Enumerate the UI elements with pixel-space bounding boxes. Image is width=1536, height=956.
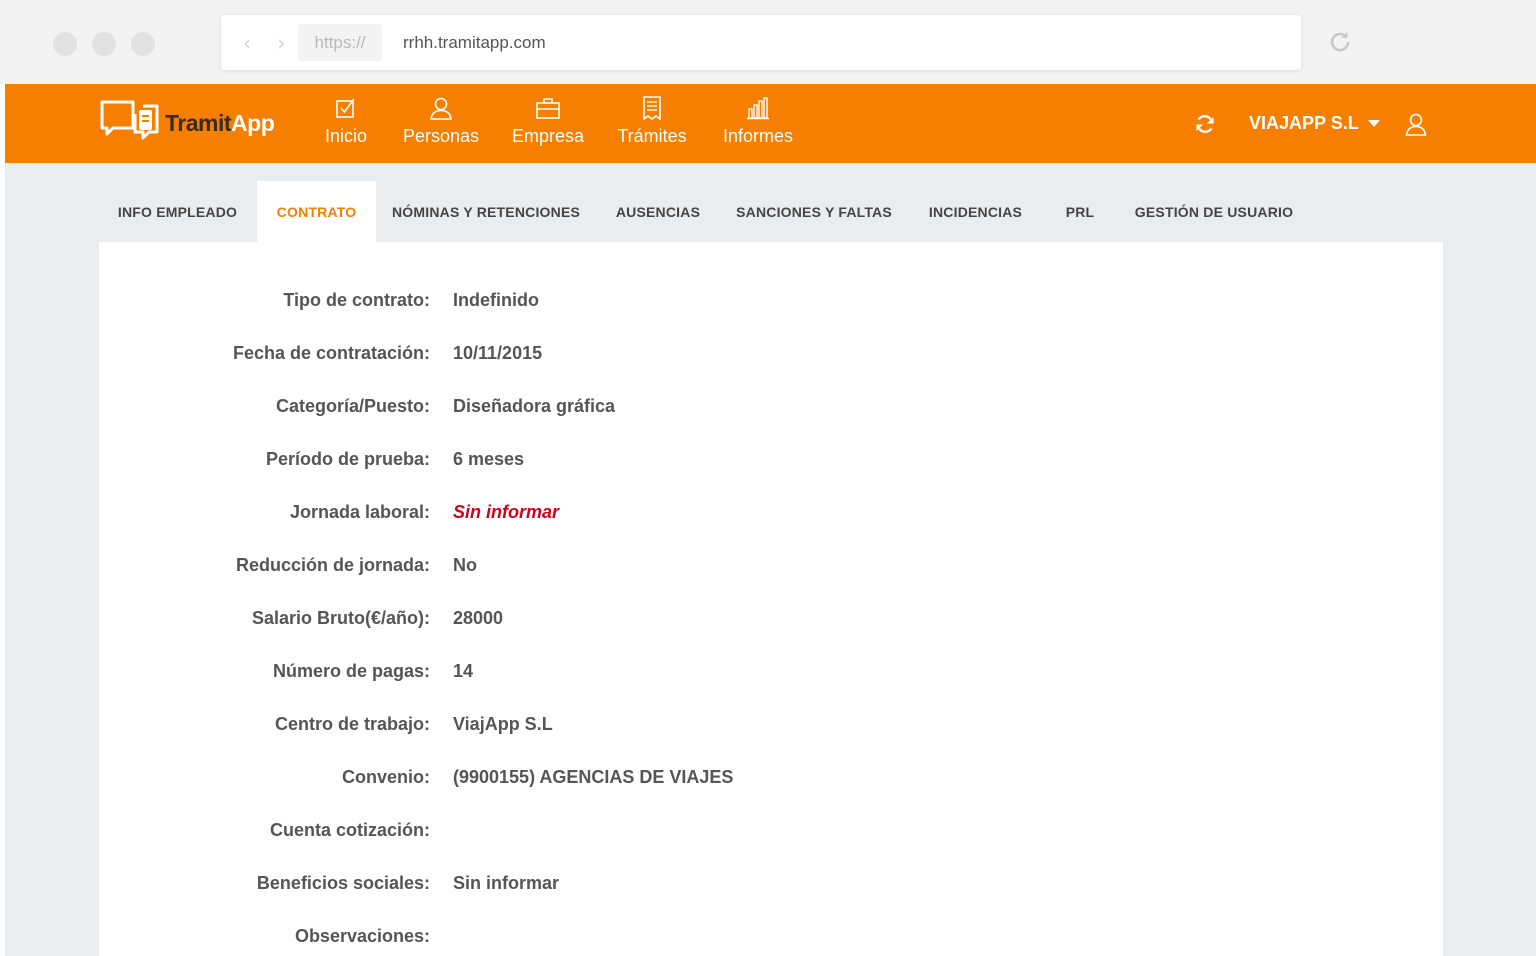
tab-gestion-usuario[interactable]: GESTIÓN DE USUARIO <box>1129 181 1299 242</box>
browser-chrome: ‹ › https:// rrhh.tramitapp.com <box>0 0 1536 84</box>
window-minimize-dot[interactable] <box>92 32 116 56</box>
field-label: Período de prueba: <box>265 449 430 469</box>
field-row: Reducción de jornada: No <box>99 555 1099 585</box>
company-selector[interactable]: VIAJAPP S.L <box>1249 84 1380 163</box>
window-close-dot[interactable] <box>53 32 77 56</box>
field-value: 28000 <box>453 608 504 628</box>
tab-contrato[interactable]: CONTRATO <box>257 181 376 242</box>
checkbox-icon <box>336 98 355 118</box>
field-value: ViajApp S.L <box>453 714 553 734</box>
nav-tramites[interactable]: Trámites <box>614 96 690 147</box>
user-menu-button[interactable] <box>1405 84 1427 163</box>
field-value: Sin informar <box>453 873 560 893</box>
field-label: Cuenta cotización: <box>269 820 430 840</box>
field-label: Número de pagas: <box>272 661 430 681</box>
tab-prl[interactable]: PRL <box>1055 181 1105 242</box>
document-icon <box>643 96 661 120</box>
field-value: No <box>453 555 477 575</box>
tab-sanciones-faltas[interactable]: SANCIONES Y FALTAS <box>729 181 899 242</box>
field-label: Observaciones: <box>294 926 430 946</box>
nav-inicio-label: Inicio <box>324 126 368 146</box>
field-label: Fecha de contratación: <box>232 343 430 363</box>
field-row: Categoría/Puesto: Diseñadora gráfica <box>99 396 1099 426</box>
field-row: Jornada laboral: Sin informar <box>99 502 1099 532</box>
url-text[interactable]: rrhh.tramitapp.com <box>403 15 546 70</box>
app-header: TramitApp Inicio Personas Empresa Trámit… <box>5 84 1536 163</box>
field-label: Centro de trabajo: <box>274 714 430 734</box>
employee-tabs: INFO EMPLEADO CONTRATO NÓMINAS Y RETENCI… <box>99 181 1443 242</box>
field-row: Beneficios sociales: Sin informar <box>99 873 1099 903</box>
field-label: Beneficios sociales: <box>256 873 430 893</box>
field-row: Período de prueba: 6 meses <box>99 449 1099 479</box>
field-value: 6 meses <box>453 449 525 469</box>
tab-ausencias[interactable]: AUSENCIAS <box>604 181 712 242</box>
chat-bubbles-icon <box>100 100 159 140</box>
back-forward-icon[interactable]: ‹ › <box>243 31 295 55</box>
field-value: Diseñadora gráfica <box>453 396 616 416</box>
address-bar[interactable]: ‹ › https:// rrhh.tramitapp.com <box>221 15 1301 70</box>
field-row: Tipo de contrato: Indefinido <box>99 290 1099 320</box>
briefcase-icon <box>536 98 560 119</box>
company-name: VIAJAPP S.L <box>1249 113 1359 133</box>
field-row: Centro de trabajo: ViajApp S.L <box>99 714 1099 744</box>
nav-empresa-label: Empresa <box>511 126 585 146</box>
field-value-warning[interactable]: Sin informar <box>453 502 559 523</box>
field-value: (9900155) AGENCIAS DE VIAJES <box>453 767 734 787</box>
logo-text-tramit: Tramit <box>165 109 232 136</box>
field-label: Convenio: <box>342 767 430 787</box>
field-row: Fecha de contratación: 10/11/2015 <box>99 343 1099 373</box>
tab-incidencias[interactable]: INCIDENCIAS <box>921 181 1030 242</box>
nav-tramites-label: Trámites <box>617 126 687 146</box>
nav-personas[interactable]: Personas <box>399 96 483 147</box>
field-label: Reducción de jornada: <box>235 555 430 575</box>
nav-personas-label: Personas <box>402 126 480 146</box>
field-value: 14 <box>453 661 474 681</box>
field-row: Número de pagas: 14 <box>99 661 1099 691</box>
field-row: Salario Bruto(€/año): 28000 <box>99 608 1099 638</box>
field-value: Indefinido <box>453 290 539 310</box>
refresh-icon <box>1196 114 1214 133</box>
url-protocol: https:// <box>298 24 382 61</box>
nav-informes-label: Informes <box>722 126 794 146</box>
field-row: Cuenta cotización: <box>99 820 1099 850</box>
caret-down-icon <box>1367 120 1380 127</box>
nav-informes[interactable]: Informes <box>719 96 797 147</box>
field-label: Tipo de contrato: <box>283 290 430 310</box>
user-icon <box>430 97 452 120</box>
field-value: 10/11/2015 <box>453 343 543 363</box>
bar-chart-icon <box>747 97 769 120</box>
field-label: Salario Bruto(€/año): <box>251 608 430 628</box>
nav-empresa[interactable]: Empresa <box>508 96 588 147</box>
field-label: Jornada laboral: <box>289 502 430 522</box>
tramitapp-logo[interactable]: TramitApp <box>99 96 275 150</box>
user-profile-icon <box>1405 113 1427 136</box>
tab-nominas-retenciones[interactable]: NÓMINAS Y RETENCIONES <box>381 181 591 242</box>
field-label: Categoría/Puesto: <box>275 396 430 416</box>
tab-info-empleado[interactable]: INFO EMPLEADO <box>99 181 256 242</box>
window-maximize-dot[interactable] <box>131 32 155 56</box>
reload-icon[interactable] <box>1326 28 1354 56</box>
sync-button[interactable] <box>1194 84 1216 163</box>
field-row: Observaciones: <box>99 926 1099 956</box>
nav-inicio[interactable]: Inicio <box>321 96 371 147</box>
field-row: Convenio: (9900155) AGENCIAS DE VIAJES <box>99 767 1099 797</box>
logo-text-app: App <box>231 109 275 136</box>
